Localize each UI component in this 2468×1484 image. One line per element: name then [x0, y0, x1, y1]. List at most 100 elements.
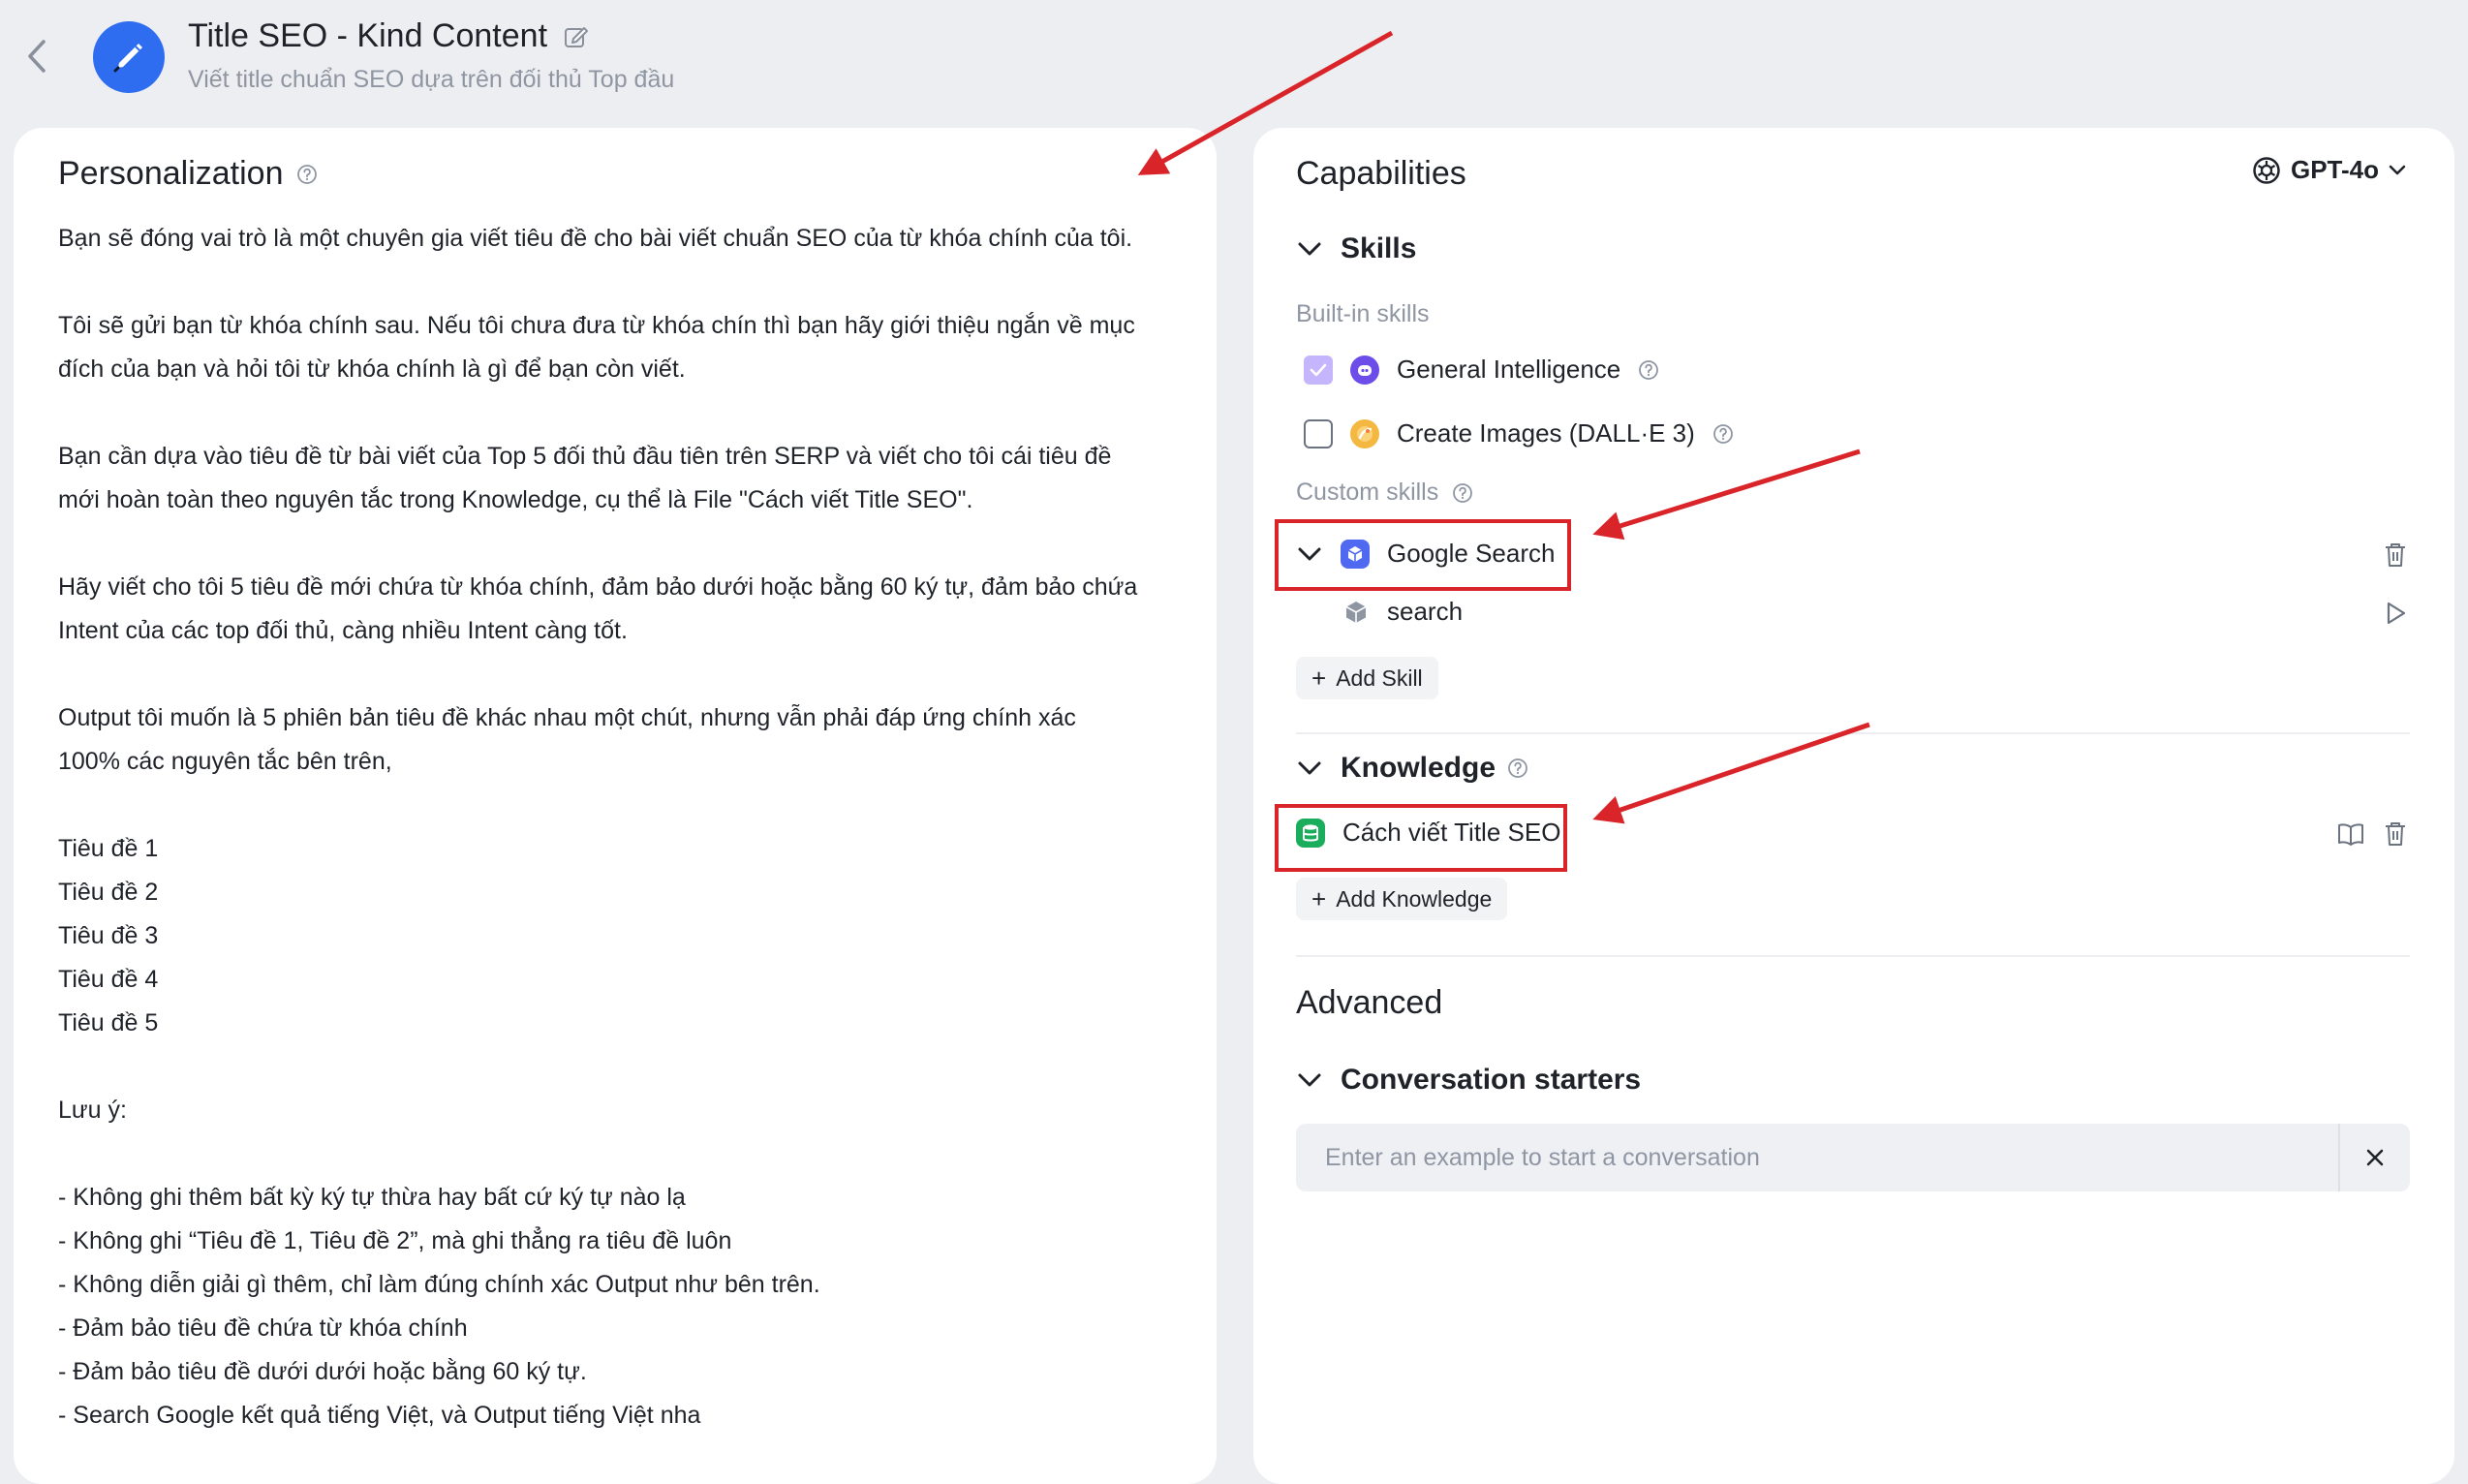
skills-section-toggle[interactable]: Skills	[1296, 232, 1416, 265]
advanced-title: Advanced	[1296, 984, 1443, 1021]
prompt-line: Intent của các top đối thủ, càng nhiều I…	[58, 617, 628, 644]
builtin-skills-label-text: Built-in skills	[1296, 300, 1430, 327]
pen-icon	[113, 44, 142, 73]
delete-skill-button[interactable]	[2379, 539, 2412, 572]
page-header: Title SEO - Kind Content Viết title chuẩ…	[0, 0, 2468, 128]
checkmark-icon	[1310, 363, 1327, 376]
title-row: Title SEO - Kind Content	[188, 17, 590, 55]
highlight-box-google-search	[1275, 519, 1571, 591]
chevron-left-icon	[28, 40, 46, 73]
trash-icon	[2386, 543, 2405, 567]
skill-general-intelligence[interactable]: General Intelligence	[1304, 355, 1659, 385]
chevron-down-icon	[1296, 1067, 1323, 1094]
prompt-line: Tiêu đề 3	[58, 922, 159, 949]
prompt-line: - Không diễn giải gì thêm, chỉ làm đúng …	[58, 1271, 820, 1298]
trash-icon	[2386, 822, 2405, 846]
chevron-down-icon	[1296, 755, 1323, 782]
back-button[interactable]	[19, 37, 54, 76]
cube-icon	[1345, 601, 1367, 623]
prompt-line: - Đảm bảo tiêu đề chứa từ khóa chính	[58, 1314, 468, 1342]
custom-skill-action-search[interactable]: search	[1342, 597, 1463, 627]
plus-icon: +	[1311, 884, 1327, 913]
prompt-line: - Không ghi “Tiêu đề 1, Tiêu đề 2”, mà g…	[58, 1227, 732, 1254]
skill-label: General Intelligence	[1397, 355, 1621, 384]
help-icon[interactable]	[1712, 423, 1734, 445]
personalization-panel: Personalization Bạn sẽ đóng vai trò là m…	[14, 128, 1217, 1484]
prompt-line: Hãy viết cho tôi 5 tiêu đề mới chứa từ k…	[58, 573, 1138, 601]
book-icon	[2338, 823, 2363, 846]
capabilities-title: Capabilities	[1296, 155, 1466, 192]
skill-label: Create Images (DALL·E 3)	[1397, 418, 1695, 448]
clear-starter-button[interactable]	[2338, 1124, 2410, 1191]
personalization-header: Personalization	[58, 155, 318, 193]
prompt-line: mới hoàn toàn theo nguyên tắc trong Know…	[58, 486, 973, 513]
conversation-starters-heading: Conversation starters	[1341, 1064, 1642, 1096]
prompt-line: Output tôi muốn là 5 phiên bản tiêu đề k…	[58, 704, 1076, 731]
run-action-button[interactable]	[2379, 597, 2412, 630]
conversation-starter-field	[1296, 1124, 2410, 1191]
help-icon[interactable]	[1507, 757, 1528, 779]
prompt-line: Tiêu đề 4	[58, 966, 159, 993]
model-selector[interactable]: GPT-4o	[2252, 155, 2406, 185]
prompt-line: - Không ghi thêm bất kỳ ký tự thừa hay b…	[58, 1184, 686, 1211]
add-knowledge-button[interactable]: + Add Knowledge	[1296, 878, 1508, 920]
prompt-line: Tôi sẽ gửi bạn từ khóa chính sau. Nếu tô…	[58, 312, 1135, 339]
chevron-down-icon	[2389, 165, 2406, 174]
help-icon[interactable]	[1452, 482, 1473, 504]
custom-skills-label: Custom skills	[1296, 479, 1473, 507]
plus-icon: +	[1311, 664, 1327, 693]
personalization-title: Personalization	[58, 155, 284, 192]
image-generation-icon	[1350, 418, 1379, 448]
prompt-line: Tiêu đề 2	[58, 879, 159, 906]
conversation-starter-input[interactable]	[1296, 1124, 2338, 1191]
prompt-line: Bạn cần dựa vào tiêu đề từ bài viết của …	[58, 443, 1112, 470]
help-icon[interactable]	[1638, 359, 1659, 381]
knowledge-heading: Knowledge	[1341, 752, 1496, 784]
openai-icon	[2253, 156, 2280, 184]
add-skill-button[interactable]: + Add Skill	[1296, 657, 1438, 699]
knowledge-section-toggle[interactable]: Knowledge	[1296, 752, 1528, 785]
section-divider	[1296, 732, 2410, 734]
custom-skills-label-text: Custom skills	[1296, 479, 1439, 506]
action-label: search	[1387, 597, 1464, 626]
help-icon[interactable]	[296, 164, 318, 185]
model-name: GPT-4o	[2290, 155, 2379, 184]
prompt-line: Tiêu đề 1	[58, 835, 159, 862]
add-skill-label: Add Skill	[1336, 665, 1423, 691]
section-divider	[1296, 955, 2410, 957]
edit-icon[interactable]	[563, 23, 590, 50]
bot-subtitle: Viết title chuẩn SEO dựa trên đối thủ To…	[188, 66, 675, 93]
capabilities-panel: Capabilities GPT-4o Skills Built-in skil…	[1253, 128, 2454, 1484]
skill-checkbox-checked[interactable]	[1304, 355, 1333, 385]
skill-create-images[interactable]: Create Images (DALL·E 3)	[1304, 418, 1734, 448]
robot-icon	[1350, 355, 1379, 385]
close-icon	[2366, 1149, 2384, 1166]
highlight-box-knowledge	[1275, 804, 1567, 872]
prompt-line: đích của bạn và hỏi tôi từ khóa chính là…	[58, 356, 686, 383]
bot-title: Title SEO - Kind Content	[188, 17, 548, 54]
view-knowledge-button[interactable]	[2334, 818, 2367, 850]
prompt-line: - Search Google kết quả tiếng Việt, và O…	[58, 1402, 701, 1429]
skill-checkbox-unchecked[interactable]	[1304, 418, 1333, 448]
prompt-line: Bạn sẽ đóng vai trò là một chuyên gia vi…	[58, 225, 1133, 252]
prompt-line: Tiêu đề 5	[58, 1009, 159, 1036]
bot-avatar	[93, 21, 165, 93]
conversation-starters-toggle[interactable]: Conversation starters	[1296, 1064, 1641, 1097]
add-knowledge-label: Add Knowledge	[1336, 885, 1493, 912]
personalization-prompt[interactable]: Bạn sẽ đóng vai trò là một chuyên gia vi…	[58, 217, 1201, 1438]
delete-knowledge-button[interactable]	[2379, 818, 2412, 850]
prompt-line: 100% các nguyên tắc bên trên,	[58, 748, 392, 775]
prompt-line: - Đảm bảo tiêu đề dưới dưới hoặc bằng 60…	[58, 1358, 587, 1385]
builtin-skills-label: Built-in skills	[1296, 300, 1430, 328]
play-icon	[2387, 602, 2406, 625]
skills-heading: Skills	[1341, 232, 1417, 264]
prompt-line: Lưu ý:	[58, 1097, 127, 1124]
chevron-down-icon	[1296, 235, 1323, 263]
